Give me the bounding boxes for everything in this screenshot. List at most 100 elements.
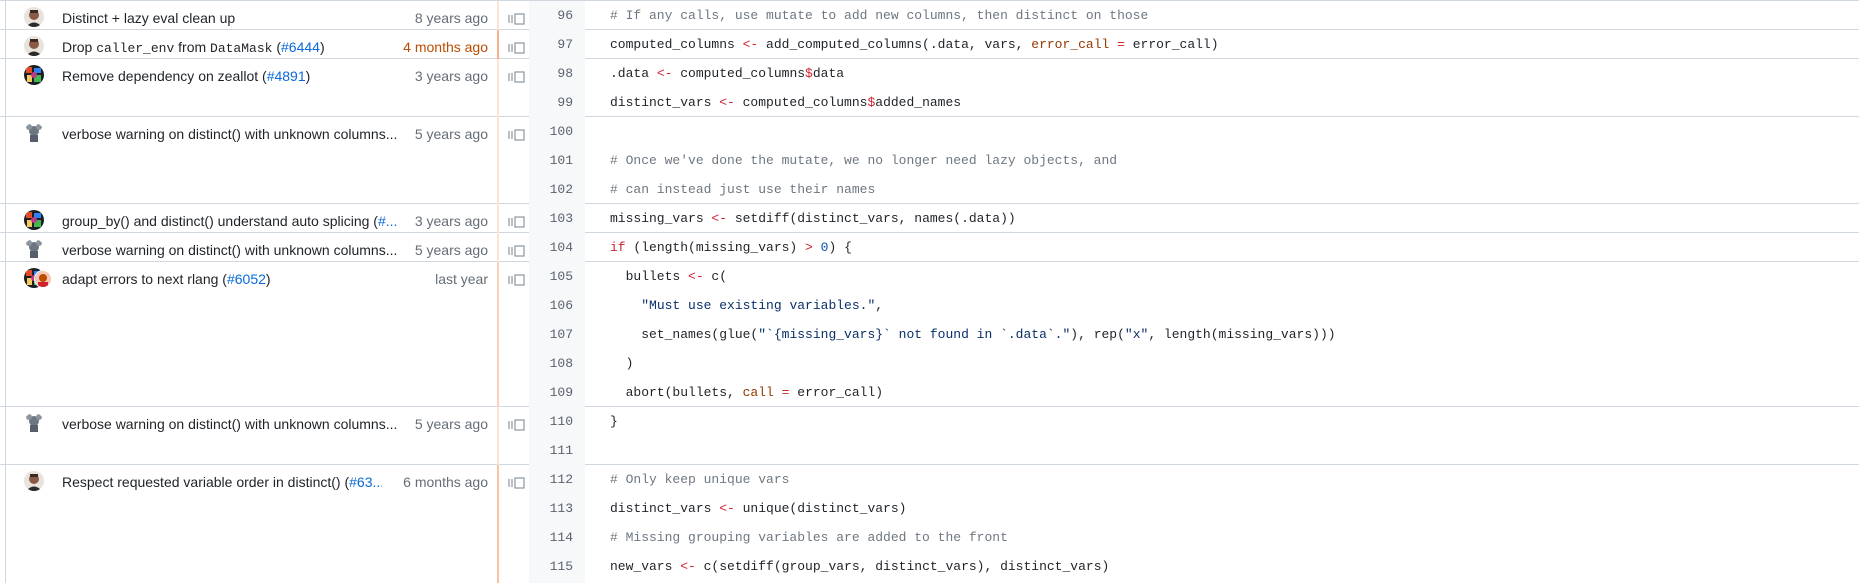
code-line[interactable]: # Once we've done the mutate, we no long… — [610, 146, 1117, 175]
code-line[interactable]: } — [610, 407, 618, 436]
commit-message[interactable]: Respect requested variable order in dist… — [62, 473, 382, 491]
line-number[interactable]: 111 — [529, 436, 585, 465]
code-token: , — [875, 298, 884, 313]
commit-message[interactable]: verbose warning on distinct() with unkno… — [62, 415, 407, 433]
code-token: new_vars — [610, 559, 681, 574]
code-line[interactable]: set_names(glue("`{missing_vars}` not fou… — [610, 320, 1335, 349]
line-number[interactable]: 107 — [529, 320, 585, 349]
line-number[interactable]: 104 — [529, 233, 585, 262]
avatar[interactable] — [24, 7, 44, 27]
code-token: if — [610, 240, 626, 255]
line-number[interactable]: 103 — [529, 204, 585, 233]
commit-info[interactable]: Drop caller_env from DataMask (#6444) 4 … — [6, 30, 496, 59]
reblame-icon[interactable] — [508, 128, 526, 142]
code-token: <- — [719, 95, 735, 110]
avatar[interactable] — [24, 413, 44, 433]
code-line[interactable]: # can instead just use their names — [610, 175, 875, 204]
issue-link[interactable]: #63... — [349, 474, 382, 490]
code-line[interactable]: .data <- computed_columns$data — [610, 59, 844, 88]
commit-message[interactable]: adapt errors to next rlang (#6052) — [62, 270, 407, 288]
heat-indicator — [497, 465, 499, 583]
avatar[interactable] — [34, 270, 52, 288]
avatar[interactable] — [24, 471, 44, 491]
line-number[interactable]: 102 — [529, 175, 585, 204]
issue-link[interactable]: #4891 — [267, 68, 306, 84]
code-line[interactable]: # Missing grouping variables are added t… — [610, 523, 1008, 552]
avatar[interactable] — [24, 123, 44, 143]
code-token: call — [742, 385, 774, 400]
issue-link[interactable]: #6052 — [227, 271, 266, 287]
line-number[interactable]: 115 — [529, 552, 585, 581]
heat-indicator — [497, 59, 499, 117]
reblame-icon[interactable] — [508, 273, 526, 287]
avatar[interactable] — [24, 210, 44, 230]
reblame-icon[interactable] — [508, 41, 526, 55]
commit-message[interactable]: Distinct + lazy eval clean up — [62, 9, 407, 27]
line-number[interactable]: 96 — [529, 1, 585, 30]
code-line[interactable]: abort(bullets, call = error_call) — [610, 378, 884, 407]
commit-info[interactable]: group_by() and distinct() understand aut… — [6, 204, 496, 233]
commit-info[interactable]: Distinct + lazy eval clean up 8 years ag… — [6, 1, 496, 30]
reblame-icon[interactable] — [508, 476, 526, 490]
commit-message[interactable]: verbose warning on distinct() with unkno… — [62, 125, 407, 143]
message-text: ) — [319, 39, 325, 55]
line-number[interactable]: 97 — [529, 30, 585, 59]
commit-info[interactable]: verbose warning on distinct() with unkno… — [6, 117, 496, 146]
message-text: Drop — [62, 39, 97, 55]
line-number[interactable]: 114 — [529, 523, 585, 552]
code-token: setdiff(distinct_vars, names(.data)) — [727, 211, 1016, 226]
code-line[interactable]: computed_columns <- add_computed_columns… — [610, 30, 1219, 59]
avatar[interactable] — [24, 239, 44, 259]
line-number[interactable]: 105 — [529, 262, 585, 291]
commit-message[interactable]: verbose warning on distinct() with unkno… — [62, 241, 407, 259]
commit-message[interactable]: Remove dependency on zeallot (#4891) — [62, 67, 407, 85]
code-token: computed_columns — [672, 66, 806, 81]
code-line[interactable]: ) — [610, 349, 634, 378]
line-number[interactable]: 98 — [529, 59, 585, 88]
code-token: distinct_vars — [610, 95, 720, 110]
line-number[interactable]: 99 — [529, 88, 585, 117]
code-token: missing_vars — [610, 211, 712, 226]
message-text: ( — [272, 39, 282, 55]
issue-link[interactable]: #... — [378, 213, 397, 229]
line-number[interactable]: 112 — [529, 465, 585, 494]
line-number[interactable]: 106 — [529, 291, 585, 320]
reblame-icon[interactable] — [508, 12, 526, 26]
code-line[interactable]: distinct_vars <- computed_columns$added_… — [610, 88, 961, 117]
avatar[interactable] — [24, 36, 44, 56]
blame-view: Distinct + lazy eval clean up 8 years ag… — [0, 0, 1859, 583]
reblame-icon[interactable] — [508, 418, 526, 432]
code-line[interactable]: "Must use existing variables.", — [610, 291, 883, 320]
commit-info[interactable]: Remove dependency on zeallot (#4891) 3 y… — [6, 59, 496, 88]
line-number[interactable]: 110 — [529, 407, 585, 436]
code-token: <- — [742, 37, 759, 52]
code-token: > — [805, 240, 813, 255]
line-number[interactable]: 108 — [529, 349, 585, 378]
avatar[interactable] — [24, 65, 44, 85]
code-line[interactable]: if (length(missing_vars) > 0) { — [610, 233, 852, 262]
reblame-icon[interactable] — [508, 244, 526, 258]
commit-age: 5 years ago — [414, 416, 488, 432]
code-line[interactable]: # Only keep unique vars — [610, 465, 789, 494]
line-number[interactable]: 113 — [529, 494, 585, 523]
code-token: <- — [680, 559, 696, 574]
issue-link[interactable]: #6444 — [281, 39, 320, 55]
code-line[interactable]: # If any calls, use mutate to add new co… — [610, 1, 1148, 30]
line-number[interactable]: 109 — [529, 378, 585, 407]
commit-info[interactable]: verbose warning on distinct() with unkno… — [6, 233, 496, 262]
commit-info[interactable]: adapt errors to next rlang (#6052) last … — [6, 262, 496, 291]
line-number[interactable]: 101 — [529, 146, 585, 175]
commit-info[interactable]: verbose warning on distinct() with unkno… — [6, 407, 496, 436]
commit-message[interactable]: group_by() and distinct() understand aut… — [62, 212, 407, 230]
reblame-icon[interactable] — [508, 215, 526, 229]
code-line[interactable]: bullets <- c( — [610, 262, 727, 291]
code-line[interactable]: distinct_vars <- unique(distinct_vars) — [610, 494, 906, 523]
code-line[interactable]: new_vars <- c(setdiff(group_vars, distin… — [610, 552, 1109, 581]
reblame-icon[interactable] — [508, 70, 526, 84]
code-line[interactable]: missing_vars <- setdiff(distinct_vars, n… — [610, 204, 1016, 233]
commit-message[interactable]: Drop caller_env from DataMask (#6444) — [62, 38, 407, 58]
commit-info[interactable]: Respect requested variable order in dist… — [6, 465, 496, 494]
line-number[interactable]: 100 — [529, 117, 585, 146]
